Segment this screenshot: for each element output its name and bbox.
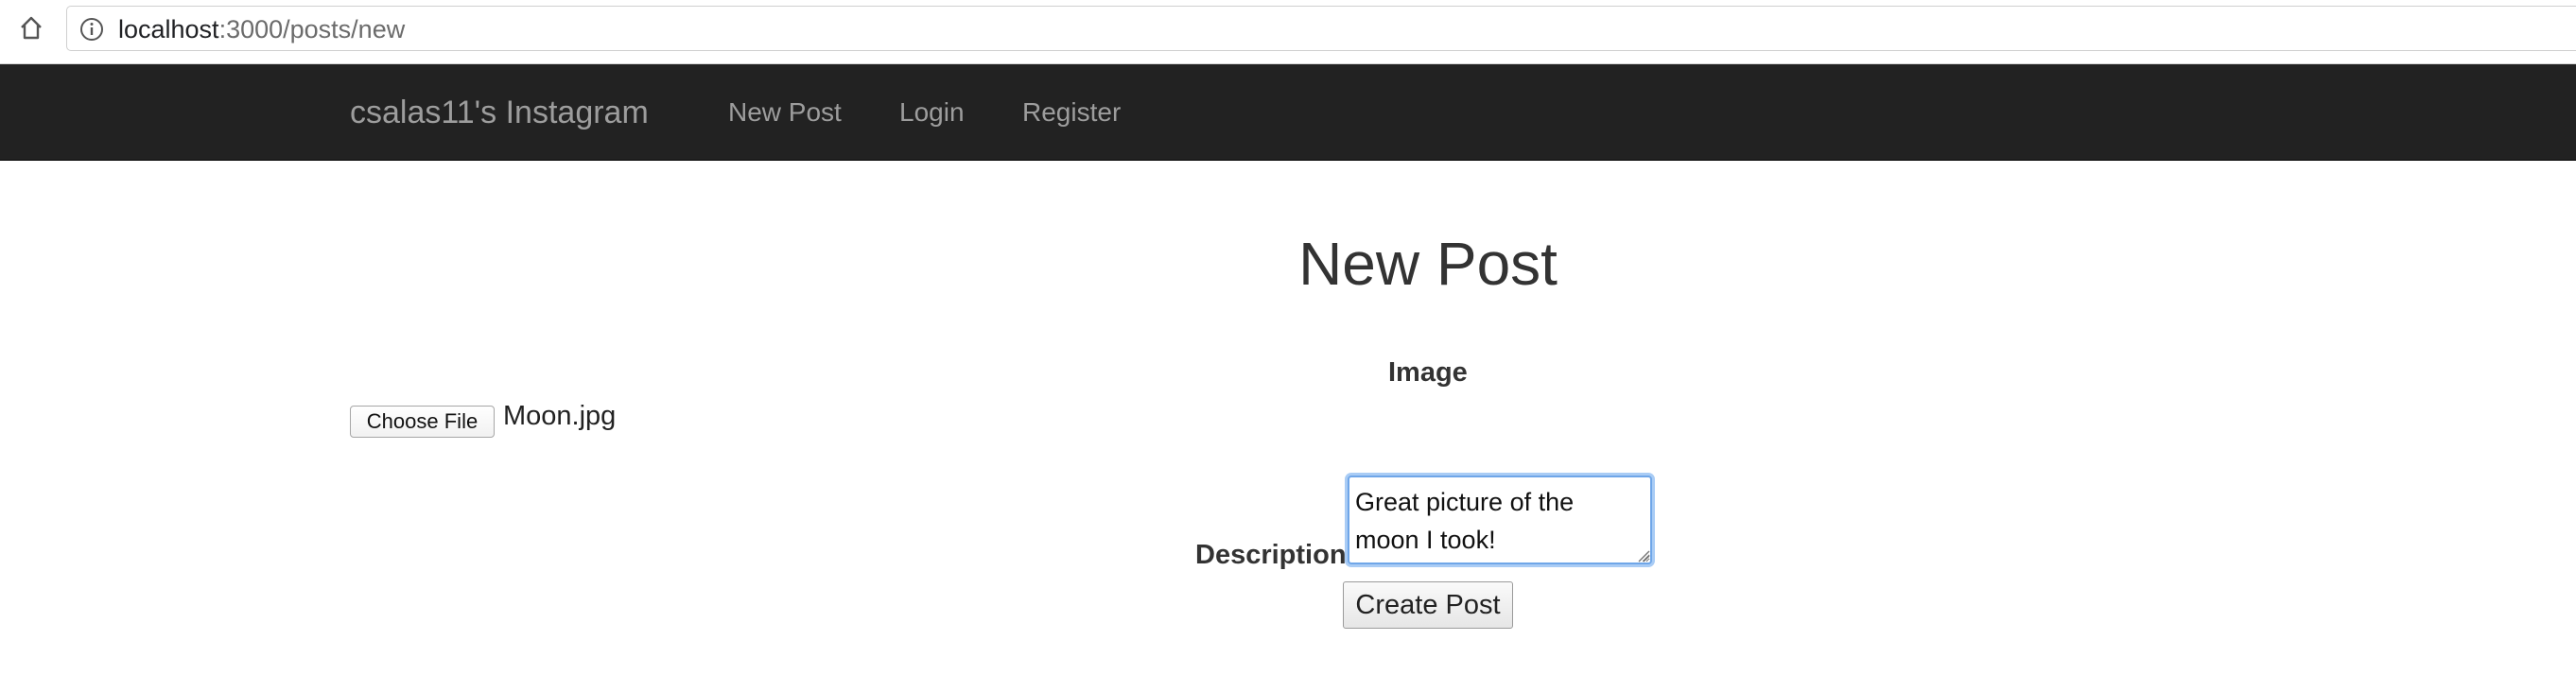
image-label: Image: [1388, 357, 1468, 388]
selected-file-name: Moon.jpg: [503, 401, 617, 431]
resize-grip-icon[interactable]: [1637, 549, 1650, 562]
url-host: localhost: [118, 15, 219, 43]
url-text[interactable]: localhost:3000/posts/new: [118, 16, 405, 43]
home-icon[interactable]: [17, 13, 45, 42]
address-bar[interactable]: localhost:3000/posts/new: [66, 6, 2576, 51]
navbar: csalas11's Instagram New Post Login Regi…: [0, 64, 2576, 161]
navbar-brand[interactable]: csalas11's Instagram: [350, 94, 649, 131]
nav-link-register[interactable]: Register: [1022, 96, 1121, 129]
nav-link-new-post[interactable]: New Post: [728, 96, 842, 129]
info-icon[interactable]: [79, 17, 104, 42]
nav-link-login[interactable]: Login: [899, 96, 965, 129]
description-textarea[interactable]: Great picture of the moon I took!: [1348, 476, 1652, 564]
url-path: :3000/posts/new: [218, 15, 406, 43]
browser-toolbar: localhost:3000/posts/new: [0, 0, 2576, 64]
create-post-button[interactable]: Create Post: [1343, 581, 1513, 629]
page-title: New Post: [1298, 230, 1558, 298]
choose-file-button[interactable]: Choose File: [350, 406, 495, 438]
description-label: Description: [1195, 540, 1347, 570]
